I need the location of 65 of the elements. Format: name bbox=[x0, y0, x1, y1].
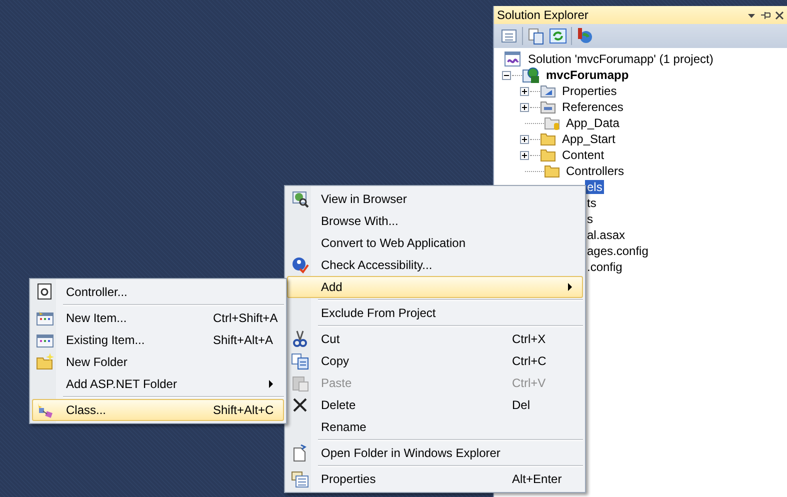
menu-item[interactable]: Browse With... bbox=[287, 210, 583, 232]
scissors-icon bbox=[291, 330, 309, 348]
menu-item[interactable]: Delete Del bbox=[287, 394, 583, 416]
properties-window-icon bbox=[291, 470, 309, 488]
menu-item[interactable]: New Item... Ctrl+Shift+A bbox=[32, 307, 284, 329]
tree-item[interactable]: mvcForumapp bbox=[544, 68, 631, 82]
tree-item[interactable]: Content bbox=[560, 148, 606, 162]
expand-toggle[interactable] bbox=[520, 150, 529, 160]
tree-item[interactable]: Solution 'mvcForumapp' (1 project) bbox=[526, 52, 716, 66]
tree-item[interactable]: Controllers bbox=[564, 164, 626, 178]
folder-icon bbox=[540, 148, 556, 162]
properties-list-icon bbox=[500, 27, 518, 45]
paste-icon bbox=[291, 374, 309, 392]
menu-item[interactable]: Exclude From Project bbox=[287, 302, 583, 324]
panel-title: Solution Explorer bbox=[497, 8, 590, 22]
menu-item[interactable]: New Folder bbox=[32, 351, 284, 373]
menu-item[interactable]: Add bbox=[287, 276, 583, 298]
solution-icon bbox=[504, 51, 522, 67]
folder-icon bbox=[540, 132, 556, 146]
tree-item[interactable]: App_Start bbox=[560, 132, 618, 146]
menu-item[interactable]: View in Browser bbox=[287, 188, 583, 210]
menu-item[interactable]: Open Folder in Windows Explorer bbox=[287, 442, 583, 464]
properties-folder-icon bbox=[540, 84, 556, 98]
menu-item[interactable]: Existing Item... Shift+Alt+A bbox=[32, 329, 284, 351]
menu-item[interactable]: Rename bbox=[287, 416, 583, 438]
expand-toggle[interactable] bbox=[520, 86, 529, 96]
menu-item[interactable]: Properties Alt+Enter bbox=[287, 468, 583, 490]
menu-item[interactable]: Cut Ctrl+X bbox=[287, 328, 583, 350]
tree-item[interactable]: App_Data bbox=[564, 116, 622, 130]
collapse-toggle[interactable] bbox=[502, 70, 511, 80]
class-icon bbox=[36, 401, 54, 419]
tree-item[interactable]: References bbox=[560, 100, 626, 114]
copy-icon bbox=[291, 352, 309, 370]
delete-x-icon bbox=[291, 396, 309, 414]
tree-item[interactable]: Properties bbox=[560, 84, 619, 98]
tree-item[interactable]: s bbox=[585, 212, 595, 226]
folder-icon bbox=[544, 164, 560, 178]
menu-item[interactable]: Controller... bbox=[32, 281, 284, 303]
tree-item[interactable]: al.asax bbox=[585, 228, 628, 242]
refresh-icon bbox=[549, 27, 567, 45]
project-globe-icon bbox=[522, 67, 540, 83]
show-files-icon bbox=[527, 27, 545, 45]
close-icon bbox=[775, 10, 784, 20]
expand-toggle[interactable] bbox=[520, 102, 529, 112]
submenu-arrow-icon bbox=[269, 380, 273, 388]
document-arrow-icon bbox=[291, 444, 309, 462]
menu-item[interactable]: Convert to Web Application bbox=[287, 232, 583, 254]
submenu-arrow-icon bbox=[568, 283, 572, 291]
menu-item[interactable]: Check Accessibility... bbox=[287, 254, 583, 276]
tree-item[interactable]: ts bbox=[585, 196, 598, 210]
expand-toggle[interactable] bbox=[520, 134, 529, 144]
new-folder-icon bbox=[36, 353, 54, 371]
menu-item[interactable]: Copy Ctrl+C bbox=[287, 350, 583, 372]
references-folder-icon bbox=[540, 100, 556, 114]
tree-item[interactable]: els bbox=[585, 180, 604, 194]
menu-item[interactable]: Add ASP.NET Folder bbox=[32, 373, 284, 395]
tree-item[interactable]: ages.config bbox=[585, 244, 650, 258]
pin-icon bbox=[760, 10, 771, 20]
menu-item[interactable]: Class... Shift+Alt+C bbox=[32, 399, 284, 421]
accessibility-check-icon bbox=[291, 256, 309, 274]
controller-icon bbox=[36, 283, 54, 301]
tree-item[interactable]: .config bbox=[585, 260, 624, 274]
browser-magnifier-icon bbox=[291, 190, 309, 208]
new-item-icon bbox=[36, 309, 54, 327]
globe-tool-icon bbox=[576, 27, 594, 45]
